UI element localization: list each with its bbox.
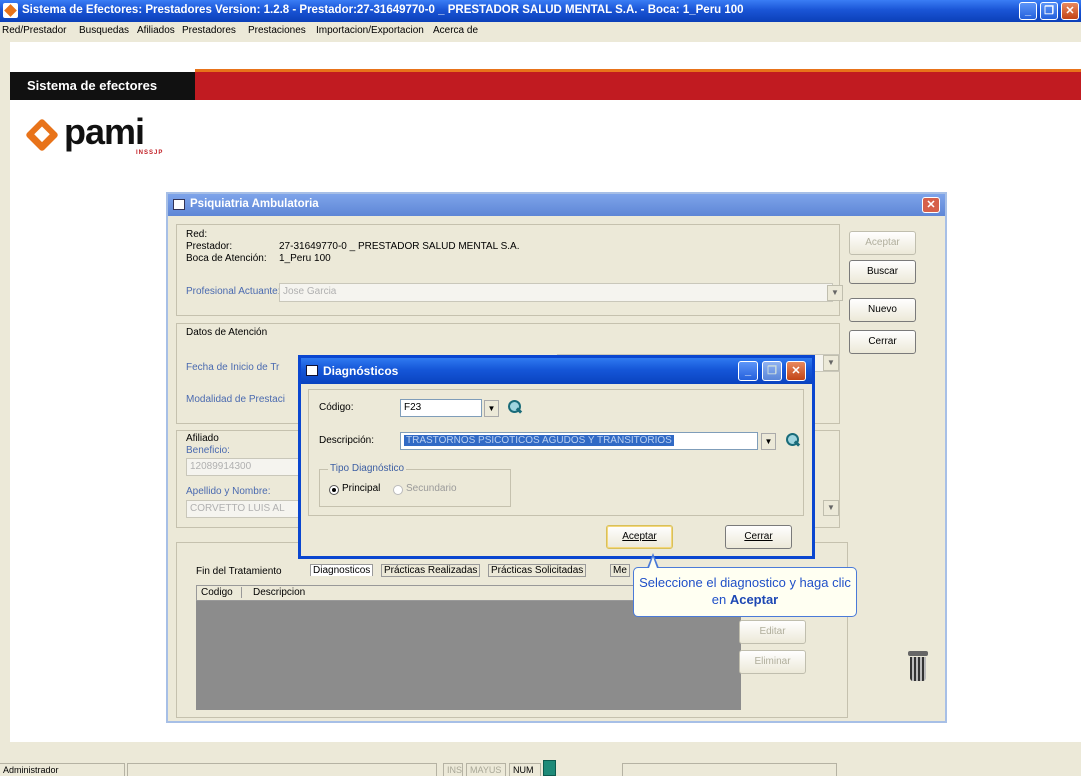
- beneficio-label: Beneficio:: [186, 445, 230, 456]
- profesional-field[interactable]: Jose Garcia: [279, 283, 833, 302]
- descripcion-label: Descripción:: [319, 435, 375, 446]
- dialog-minimize-button[interactable]: _: [738, 361, 758, 381]
- editar-button[interactable]: Editar: [739, 620, 806, 644]
- tipo-diagnostico-group: Tipo Diagnóstico Principal Secundario: [319, 463, 511, 507]
- boca-label: Boca de Atención:: [186, 253, 267, 264]
- tab-more[interactable]: Me: [610, 564, 630, 577]
- help-tooltip: Seleccione el diagnostico y haga clic en…: [633, 567, 857, 617]
- grid-col-descripcion[interactable]: Descripcion: [253, 587, 305, 598]
- tab-fin-tratamiento[interactable]: Fin del Tratamiento: [196, 566, 282, 577]
- calculator-icon: [543, 760, 556, 776]
- dialog-maximize-button[interactable]: ❐: [762, 361, 782, 381]
- prestador-group: Red: Prestador: 27-31649770-0 _ PRESTADO…: [176, 224, 843, 316]
- diagnosticos-titlebar: Diagnósticos _ ❐ ✕: [301, 358, 812, 384]
- window-titlebar: Sistema de Efectores: Prestadores Versio…: [0, 0, 1081, 22]
- status-blank-2: [622, 763, 837, 776]
- prestador-value: 27-31649770-0 _ PRESTADOR SALUD MENTAL S…: [279, 241, 520, 252]
- cerrar-button[interactable]: Cerrar: [849, 330, 916, 354]
- menu-busquedas[interactable]: Busquedas: [79, 25, 129, 36]
- window-title: Sistema de Efectores: Prestadores Versio…: [22, 4, 744, 16]
- aceptar-button[interactable]: Aceptar: [849, 231, 916, 255]
- dialog-close-button[interactable]: ✕: [786, 361, 806, 381]
- menu-importacion-exportacion[interactable]: Importacion/Exportacion: [316, 25, 424, 36]
- app-icon: [3, 3, 18, 18]
- menu-afiliados[interactable]: Afiliados: [137, 25, 175, 36]
- modalidad-label: Modalidad de Prestaci: [186, 394, 285, 405]
- menu-prestaciones[interactable]: Prestaciones: [248, 25, 306, 36]
- afiliado-label: Afiliado: [186, 433, 219, 444]
- secundario-label: Secundario: [406, 483, 457, 494]
- secundario-radio[interactable]: [393, 485, 403, 495]
- status-blank: [127, 763, 437, 776]
- descripcion-dropdown-button[interactable]: ▼: [761, 433, 776, 450]
- principal-radio[interactable]: [329, 485, 339, 495]
- tab-practicas-realizadas[interactable]: Prácticas Realizadas: [381, 564, 481, 577]
- tab-practicas-solicitadas[interactable]: Prácticas Solicitadas: [488, 564, 587, 577]
- status-bar: Administrador INS MAYUS NUM: [0, 742, 1081, 776]
- minimize-button[interactable]: _: [1019, 2, 1037, 20]
- apellido-label: Apellido y Nombre:: [186, 486, 271, 497]
- tipo-diagnostico-label: Tipo Diagnóstico: [328, 463, 407, 474]
- grid-header: Codigo Descripcion: [196, 585, 636, 601]
- buscar-button[interactable]: Buscar: [849, 260, 916, 284]
- datos-combo-dropdown[interactable]: ▼: [823, 355, 839, 371]
- window-frame-left: [0, 42, 10, 742]
- prestador-label: Prestador:: [186, 241, 233, 252]
- codigo-dropdown-button[interactable]: ▼: [484, 400, 499, 417]
- menu-red-prestador[interactable]: Red/Prestador: [2, 25, 66, 36]
- maximize-button[interactable]: ❐: [1040, 2, 1058, 20]
- tooltip-pointer-fill: [649, 557, 657, 568]
- fecha-inicio-label: Fecha de Inicio de Tr: [186, 362, 280, 373]
- descripcion-selected-text: TRASTORNOS PSICOTICOS AGUDOS Y TRANSITOR…: [404, 435, 674, 446]
- status-num: NUM: [509, 763, 541, 776]
- pami-logo-sub: INSSJP: [136, 150, 164, 156]
- codigo-label: Código:: [319, 402, 354, 413]
- diagnosticos-title: Diagnósticos: [323, 364, 399, 378]
- grid-col-codigo[interactable]: Codigo: [201, 587, 242, 598]
- dialog-icon: [306, 365, 318, 376]
- boca-value: 1_Peru 100: [279, 253, 331, 264]
- menu-bar: Red/Prestador Busquedas Afiliados Presta…: [0, 22, 1081, 42]
- red-label: Red:: [186, 229, 208, 240]
- profesional-label: Profesional Actuante:: [186, 286, 281, 297]
- tab-diagnosticos[interactable]: Diagnosticos: [310, 564, 374, 576]
- principal-label: Principal: [342, 483, 381, 494]
- trash-icon[interactable]: [907, 651, 929, 681]
- menu-acerca-de[interactable]: Acerca de: [433, 25, 478, 36]
- profesional-dropdown-button[interactable]: ▼: [827, 285, 843, 301]
- dialog-cerrar-button[interactable]: Cerrar: [725, 525, 792, 549]
- afiliado-search-button[interactable]: ▼: [823, 500, 839, 516]
- banner-label: Sistema de efectores: [10, 72, 195, 100]
- diagnosticos-grid[interactable]: [196, 601, 741, 710]
- pami-logo-text: pami: [64, 111, 145, 152]
- tooltip-bold: Aceptar: [729, 592, 779, 607]
- diagnosticos-dialog: Diagnósticos _ ❐ ✕ Código: F23 ▼ Descrip…: [298, 355, 815, 559]
- descripcion-select[interactable]: TRASTORNOS PSICOTICOS AGUDOS Y TRANSITOR…: [400, 432, 758, 450]
- nuevo-button[interactable]: Nuevo: [849, 298, 916, 322]
- codigo-select[interactable]: F23: [400, 399, 482, 417]
- codigo-search-icon[interactable]: [506, 399, 523, 416]
- status-mayus: MAYUS: [466, 763, 506, 776]
- descripcion-search-icon[interactable]: [784, 432, 801, 449]
- psiquiatria-close-button[interactable]: ✕: [922, 197, 940, 213]
- psiquiatria-title: Psiquiatria Ambulatoria: [190, 198, 319, 210]
- dialog-aceptar-button[interactable]: Aceptar: [606, 525, 673, 549]
- menu-prestadores[interactable]: Prestadores: [182, 25, 236, 36]
- datos-atencion-label: Datos de Atención: [186, 327, 268, 338]
- window-icon: [173, 199, 185, 210]
- status-user: Administrador: [0, 763, 125, 776]
- dialog-inner-panel: Código: F23 ▼ Descripción: TRASTORNOS PS…: [308, 389, 804, 516]
- psiquiatria-titlebar: Psiquiatria Ambulatoria ✕: [168, 194, 945, 216]
- close-button[interactable]: ✕: [1061, 2, 1079, 20]
- apellido-field[interactable]: CORVETTO LUIS AL: [186, 500, 306, 518]
- beneficio-field[interactable]: 12089914300: [186, 458, 306, 476]
- eliminar-button[interactable]: Eliminar: [739, 650, 806, 674]
- status-ins: INS: [443, 763, 463, 776]
